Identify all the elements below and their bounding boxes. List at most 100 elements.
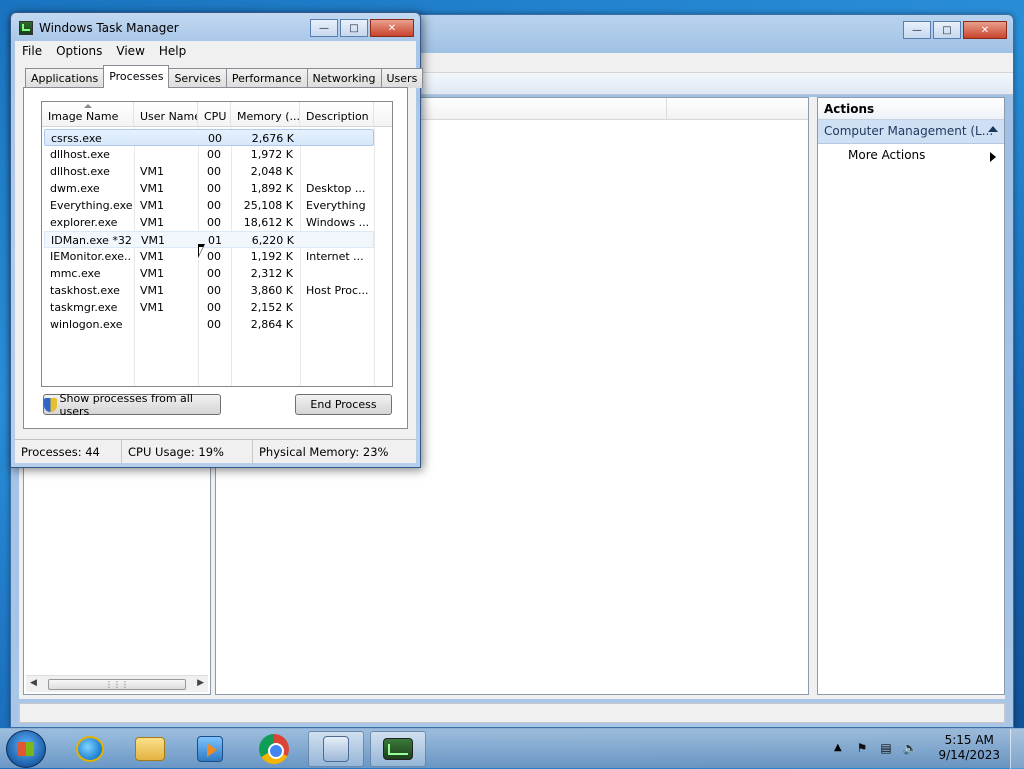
column-memory[interactable]: Memory (... <box>231 102 300 127</box>
tab-applications[interactable]: Applications <box>25 68 105 88</box>
maximize-button[interactable]: □ <box>340 19 368 37</box>
computer-management-icon <box>323 736 349 762</box>
cell-cpu: 01 <box>208 234 222 247</box>
process-row[interactable]: taskhost.exe VM1 00 3,860 K Host Proc... <box>44 282 374 299</box>
close-button[interactable]: ✕ <box>963 21 1007 39</box>
cell-description: Desktop ... <box>306 182 366 195</box>
clock[interactable]: 5:15 AM 9/14/2023 <box>938 733 1000 763</box>
process-row[interactable]: csrss.exe 00 2,676 K <box>44 129 374 146</box>
show-desktop-button[interactable] <box>1010 729 1024 769</box>
more-actions-label: More Actions <box>848 148 926 162</box>
show-hidden-icons-icon[interactable]: ▲ <box>834 742 842 753</box>
cell-user-name: VM1 <box>141 234 166 247</box>
tab-services[interactable]: Services <box>168 68 227 88</box>
actions-section-header[interactable]: Computer Management (L... <box>818 120 1004 144</box>
cell-cpu: 00 <box>207 318 221 331</box>
close-button[interactable]: ✕ <box>370 19 414 37</box>
cell-cpu: 00 <box>207 148 221 161</box>
cell-image-name: Everything.exe <box>50 199 132 212</box>
cell-user-name: VM1 <box>140 284 165 297</box>
tab-users[interactable]: Users <box>380 68 424 88</box>
tab-performance[interactable]: Performance <box>225 68 308 88</box>
cell-cpu: 00 <box>207 284 221 297</box>
cell-memory: 1,972 K <box>250 148 293 161</box>
process-list-header: Image Name User Name CPU Memory (... Des… <box>42 102 392 127</box>
tab-processes[interactable]: Processes <box>103 65 170 88</box>
process-row[interactable]: dllhost.exe 00 1,972 K <box>44 146 374 163</box>
process-row[interactable]: explorer.exe VM1 00 18,612 K Windows ... <box>44 214 374 231</box>
cell-cpu: 00 <box>207 182 221 195</box>
process-row[interactable]: taskmgr.exe VM1 00 2,152 K <box>44 299 374 316</box>
cell-image-name: dllhost.exe <box>50 148 110 161</box>
process-row[interactable]: Everything.exe VM1 00 25,108 K Everything <box>44 197 374 214</box>
taskbar-task-manager[interactable] <box>370 731 426 767</box>
process-row[interactable]: IEMonitor.exe... VM1 00 1,192 K Internet ... <box>44 248 374 265</box>
column-image-name[interactable]: Image Name <box>42 102 134 127</box>
column-label: Image Name <box>48 110 119 123</box>
window-title: Windows Task Manager <box>39 21 179 35</box>
task-manager-titlebar[interactable]: Windows Task Manager <box>19 19 179 37</box>
task-manager-icon <box>383 738 413 760</box>
cell-memory: 18,612 K <box>243 216 293 229</box>
collapse-up-icon[interactable] <box>988 126 998 132</box>
cell-image-name: taskmgr.exe <box>50 301 118 314</box>
cell-user-name: VM1 <box>140 216 165 229</box>
menu-help[interactable]: Help <box>152 44 193 58</box>
process-row[interactable]: dllhost.exe VM1 00 2,048 K <box>44 163 374 180</box>
scroll-right-icon[interactable]: ▶ <box>197 678 204 688</box>
menu-options[interactable]: Options <box>49 44 109 58</box>
column-description[interactable]: Description <box>300 102 374 127</box>
task-manager-window: Windows Task Manager — □ ✕ File Options … <box>10 12 424 468</box>
cell-memory: 1,192 K <box>250 250 293 263</box>
end-process-button[interactable]: End Process <box>295 394 392 415</box>
process-row[interactable]: dwm.exe VM1 00 1,892 K Desktop ... <box>44 180 374 197</box>
column-separator <box>666 98 667 119</box>
menubar: File Options View Help <box>15 41 416 61</box>
clock-date: 9/14/2023 <box>938 748 1000 762</box>
taskbar-media-player[interactable] <box>182 731 238 767</box>
task-manager-panel: Applications Processes Services Performa… <box>15 61 424 464</box>
cell-memory: 3,860 K <box>250 284 293 297</box>
tree-horizontal-scrollbar[interactable]: ◀ ⋮⋮⋮ ▶ <box>26 675 208 692</box>
cell-user-name: VM1 <box>140 182 165 195</box>
column-user-name[interactable]: User Name <box>134 102 198 127</box>
taskbar: ▲ ⚑ ▤ 🔈 5:15 AM 9/14/2023 <box>0 728 1024 769</box>
action-center-icon[interactable]: ⚑ <box>854 741 870 757</box>
tab-networking[interactable]: Networking <box>306 68 382 88</box>
taskbar-windows-explorer[interactable] <box>122 731 178 767</box>
scroll-thumb[interactable]: ⋮⋮⋮ <box>48 679 186 690</box>
minimize-button[interactable]: — <box>310 19 338 37</box>
windows-explorer-icon <box>135 737 165 761</box>
process-list[interactable]: Image Name User Name CPU Memory (... Des… <box>41 101 393 387</box>
menu-file[interactable]: File <box>15 44 49 58</box>
network-icon[interactable]: ▤ <box>878 741 894 757</box>
cell-cpu: 00 <box>207 199 221 212</box>
maximize-button[interactable]: □ <box>933 21 961 39</box>
cell-description: Windows ... <box>306 216 370 229</box>
scroll-left-icon[interactable]: ◀ <box>30 678 37 688</box>
menu-view[interactable]: View <box>109 44 151 58</box>
cell-image-name: dwm.exe <box>50 182 100 195</box>
taskbar-chrome[interactable] <box>246 731 302 767</box>
process-row[interactable]: winlogon.exe 00 2,864 K <box>44 316 374 333</box>
show-all-processes-button[interactable]: Show processes from all users <box>43 391 221 418</box>
cell-image-name: dllhost.exe <box>50 165 110 178</box>
taskbar-computer-management[interactable] <box>308 731 364 767</box>
actions-title: Actions <box>818 98 1004 120</box>
cell-memory: 1,892 K <box>250 182 293 195</box>
column-cpu[interactable]: CPU <box>198 102 231 127</box>
volume-muted-icon[interactable]: 🔈 <box>902 741 918 757</box>
cm-statusbar <box>19 703 1005 723</box>
show-all-processes-label: Show processes from all users <box>59 391 193 418</box>
task-manager-icon <box>19 21 33 35</box>
process-row[interactable]: mmc.exe VM1 00 2,312 K <box>44 265 374 282</box>
start-button[interactable] <box>6 730 46 768</box>
cell-cpu: 00 <box>207 165 221 178</box>
task-manager-statusbar: Processes: 44 CPU Usage: 19% Physical Me… <box>15 439 416 464</box>
taskbar-internet-explorer[interactable] <box>62 731 118 767</box>
process-row[interactable]: IDMan.exe *32 VM1 01 6,220 K <box>44 231 374 248</box>
more-actions-item[interactable]: More Actions <box>818 144 1004 168</box>
minimize-button[interactable]: — <box>903 21 931 39</box>
column-label: Description <box>306 110 369 123</box>
tm-caption-buttons: — □ ✕ <box>308 19 414 37</box>
